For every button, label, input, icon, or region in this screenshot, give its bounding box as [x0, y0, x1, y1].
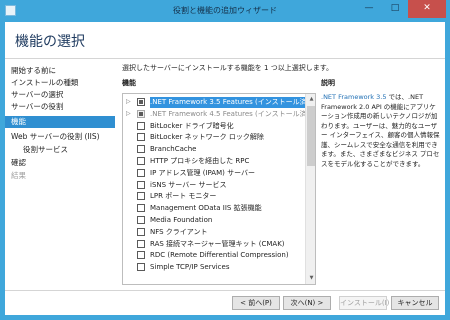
feature-row[interactable]: NFS クライアント [123, 227, 305, 238]
feature-row[interactable]: RDC (Remote Differential Compression) [123, 250, 305, 261]
feature-checkbox[interactable] [137, 98, 145, 106]
nav-item[interactable]: インストールの種類 [5, 77, 115, 89]
window-frame-right [445, 22, 450, 320]
description-heading: 説明 [321, 79, 335, 87]
feature-label: NFS クライアント [150, 227, 208, 236]
feature-row[interactable]: RAS 接続マネージャー管理キット (CMAK) [123, 239, 305, 250]
feature-row[interactable]: HTTP プロキシを経由した RPC [123, 156, 305, 167]
feature-label: Management OData IIS 拡張機能 [150, 204, 262, 213]
feature-row[interactable]: Simple TCP/IP Services [123, 262, 305, 273]
feature-checkbox[interactable] [137, 109, 145, 118]
nav-item: 結果 [11, 171, 26, 180]
feature-checkbox[interactable] [137, 239, 145, 248]
nav-item[interactable]: 役割サービス [5, 144, 115, 156]
description-body: では、.NET Framework 2.0 API の機能にアプリケーション作成… [321, 93, 440, 168]
expand-arrow-icon[interactable]: ▷ [126, 110, 131, 117]
scroll-up-button[interactable]: ▲ [306, 94, 315, 105]
feature-row[interactable]: Management OData IIS 拡張機能 [123, 203, 305, 214]
intro-text: 選択したサーバーにインストールする機能を 1 つ以上選択します。 [122, 64, 333, 72]
maximize-button[interactable]: □ [382, 0, 408, 18]
feature-label: .NET Framework 3.5 Features (インストール済み [150, 97, 305, 108]
feature-label: iSNS サーバー サービス [150, 180, 227, 189]
features-list[interactable]: Simple TCP/IP Services RDC (Remote Differ… [122, 93, 316, 285]
wizard-header: 機能の選択 [5, 22, 445, 58]
feature-checkbox[interactable] [137, 204, 145, 213]
scroll-thumb[interactable] [307, 106, 315, 166]
feature-row[interactable]: ▷ .NET Framework 4.5 Features (インストール済み [123, 109, 305, 120]
feature-checkbox[interactable] [137, 168, 145, 177]
feature-label: IP アドレス管理 (IPAM) サーバー [150, 168, 256, 177]
feature-label: BranchCache [150, 145, 197, 154]
description-link[interactable]: .NET Framework 3.5 [321, 93, 386, 101]
feature-row[interactable]: BitLocker ネットワーク ロック解除 [123, 132, 305, 143]
feature-row[interactable]: ▷ .NET Framework 3.5 Features (インストール済み [123, 97, 305, 108]
footer-divider [5, 290, 445, 291]
feature-row[interactable]: iSNS サーバー サービス [123, 180, 305, 191]
feature-row[interactable]: IP アドレス管理 (IPAM) サーバー [123, 168, 305, 179]
feature-row[interactable]: BitLocker ドライブ暗号化 [123, 121, 305, 132]
nav-item[interactable]: Web サーバーの役割 (IIS) [5, 131, 115, 143]
previous-button[interactable]: < 前へ(P) [232, 296, 280, 310]
feature-label: BitLocker ドライブ暗号化 [150, 121, 234, 130]
feature-label: RDC (Remote Differential Compression) [150, 251, 289, 260]
feature-label: LPR ポート モニター [150, 192, 217, 201]
feature-label: Media Foundation [150, 216, 213, 224]
minimize-button[interactable]: — [356, 0, 382, 18]
description-text: .NET Framework 3.5 では、.NET Framework 2.0… [321, 93, 441, 169]
title-bar: 役割と機能の追加ウィザード — □ ✕ [0, 0, 450, 22]
cancel-button[interactable]: キャンセル [391, 296, 439, 310]
feature-label: Simple TCP/IP Services [150, 263, 230, 272]
feature-checkbox[interactable] [137, 145, 145, 154]
feature-checkbox[interactable] [137, 121, 145, 130]
feature-checkbox[interactable] [137, 216, 145, 224]
feature-label: BitLocker ネットワーク ロック解除 [150, 133, 264, 142]
feature-checkbox[interactable] [137, 192, 145, 201]
install-button[interactable]: インストール(I) [339, 296, 389, 310]
feature-row[interactable]: LPR ポート モニター [123, 191, 305, 202]
feature-checkbox[interactable] [137, 227, 145, 236]
feature-checkbox[interactable] [137, 251, 145, 260]
feature-label: HTTP プロキシを経由した RPC [150, 157, 250, 165]
feature-checkbox[interactable] [137, 263, 145, 272]
close-button[interactable]: ✕ [408, 0, 446, 18]
feature-row[interactable]: Media Foundation [123, 215, 305, 226]
feature-checkbox[interactable] [137, 180, 145, 189]
page-title: 機能の選択 [15, 34, 85, 50]
features-heading: 機能 [122, 79, 136, 87]
expand-arrow-icon[interactable]: ▷ [126, 98, 131, 105]
nav-item[interactable]: サーバーの役割 [5, 101, 115, 113]
nav-item[interactable]: 開始する前に [5, 65, 115, 77]
feature-row[interactable]: BranchCache [123, 144, 305, 155]
nav-item[interactable]: 確認 [5, 157, 115, 169]
feature-label: RAS 接続マネージャー管理キット (CMAK) [150, 239, 285, 248]
next-button[interactable]: 次へ(N) > [283, 296, 331, 310]
feature-label: .NET Framework 4.5 Features (インストール済み [150, 109, 305, 118]
feature-checkbox[interactable] [137, 133, 145, 142]
nav-item[interactable]: サーバーの選択 [5, 89, 115, 101]
window-frame-bottom [0, 315, 450, 320]
features-scrollbar[interactable]: ▲ ▼ [305, 94, 315, 284]
nav-item[interactable]: 機能 [5, 116, 115, 128]
scroll-down-button[interactable]: ▼ [306, 273, 315, 284]
wizard-nav: 開始する前に インストールの種類 サーバーの選択 サーバーの役割 機能 Web サーバーの… [5, 59, 115, 286]
feature-checkbox[interactable] [137, 157, 145, 165]
